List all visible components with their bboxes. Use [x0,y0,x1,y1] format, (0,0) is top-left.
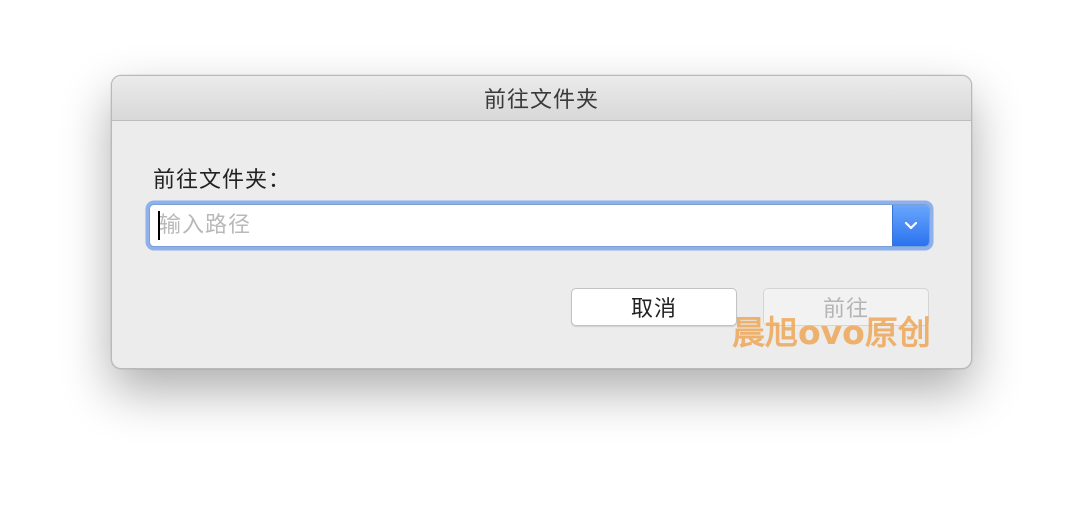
path-combo-box [149,204,930,247]
chevron-down-icon [904,221,918,230]
dialog-title: 前往文件夹 [483,88,599,113]
watermark: 晨旭ovo原创 [732,313,931,352]
text-cursor [158,211,160,240]
prompt-label: 前往文件夹： [153,168,292,193]
dialog-titlebar[interactable]: 前往文件夹 [112,76,971,121]
path-input[interactable] [150,205,892,246]
path-history-dropdown-button[interactable] [892,205,929,246]
cancel-button[interactable]: 取消 [571,288,737,326]
